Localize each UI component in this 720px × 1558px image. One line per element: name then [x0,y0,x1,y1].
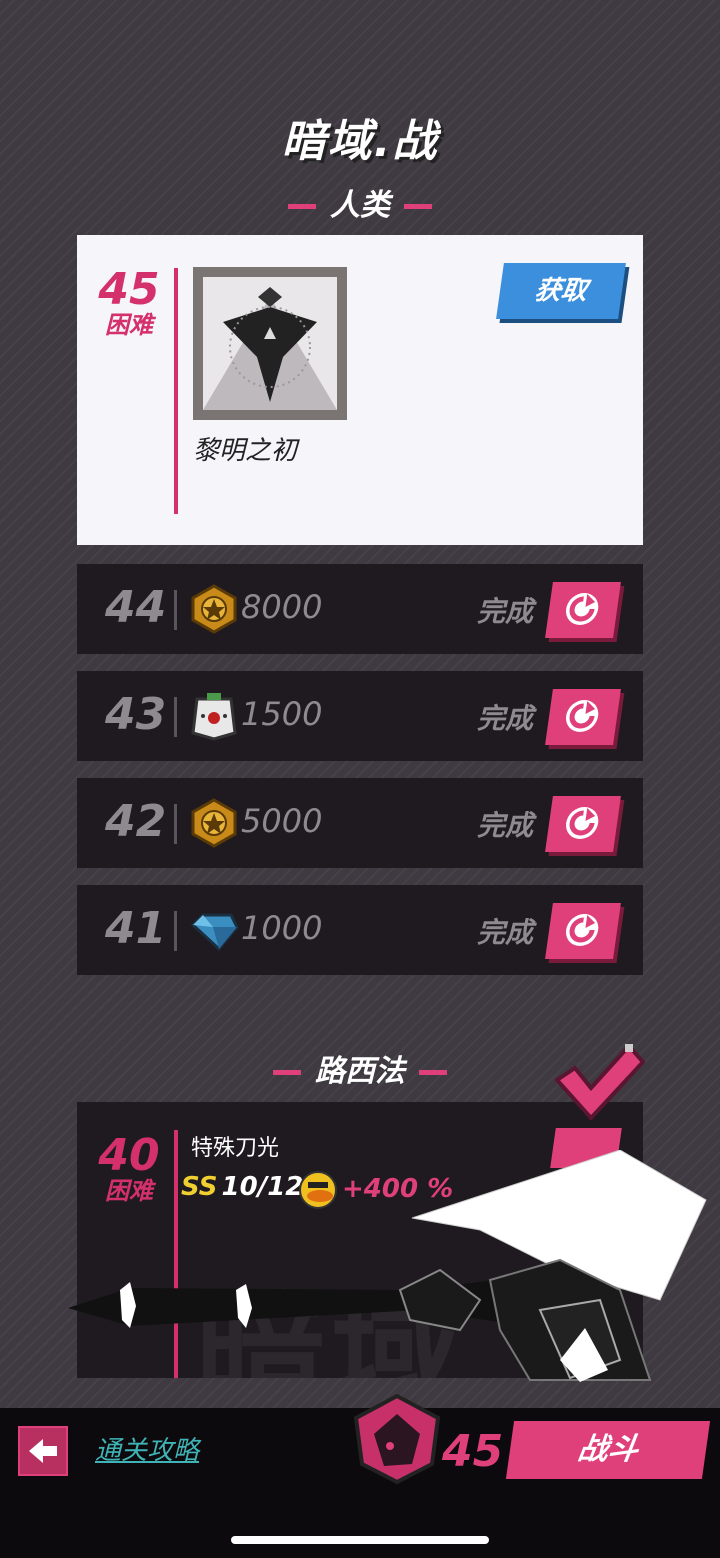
page-title: 暗域.战 [281,116,439,167]
current-stage-level: 45 困难 [98,264,160,339]
fight-button[interactable]: 战斗 [505,1421,711,1479]
gold-medal-icon [189,584,239,634]
dawn-emblem-icon [203,277,337,410]
strategy-guide-link[interactable]: 通关攻略 [95,1430,199,1467]
refresh-icon [560,804,603,842]
refresh-icon [560,590,603,628]
replay-button[interactable] [545,903,621,959]
refresh-icon [560,911,603,949]
gold-medal-icon [189,798,239,848]
replay-button[interactable] [545,796,621,852]
stage-row-41[interactable]: 41 1000 完成 [77,885,643,975]
check-icon [553,1040,646,1121]
back-button[interactable] [18,1426,68,1476]
refresh-icon [560,697,603,735]
character-avatar [353,1393,441,1485]
replay-button[interactable] [545,689,621,745]
character-artwork [60,1149,720,1390]
stage-row-43[interactable]: 43 1500 完成 [77,671,643,761]
stage-row-42[interactable]: 42 5000 完成 [77,778,643,868]
get-button[interactable]: 获取 [496,263,626,319]
reward-name: 黎明之初 [193,436,298,466]
stage-row-44[interactable]: 44 8000 完成 [77,564,643,654]
current-stage-divider [174,268,178,514]
section-title-human: 人类 [0,180,720,224]
fight-level: 45 [442,1426,504,1477]
reward-item-frame[interactable] [193,267,347,420]
home-indicator[interactable] [231,1536,489,1544]
blue-crystal-icon [189,905,239,955]
replay-button[interactable] [545,582,621,638]
robot-head-icon [189,691,239,741]
arrow-left-icon [27,1435,59,1471]
